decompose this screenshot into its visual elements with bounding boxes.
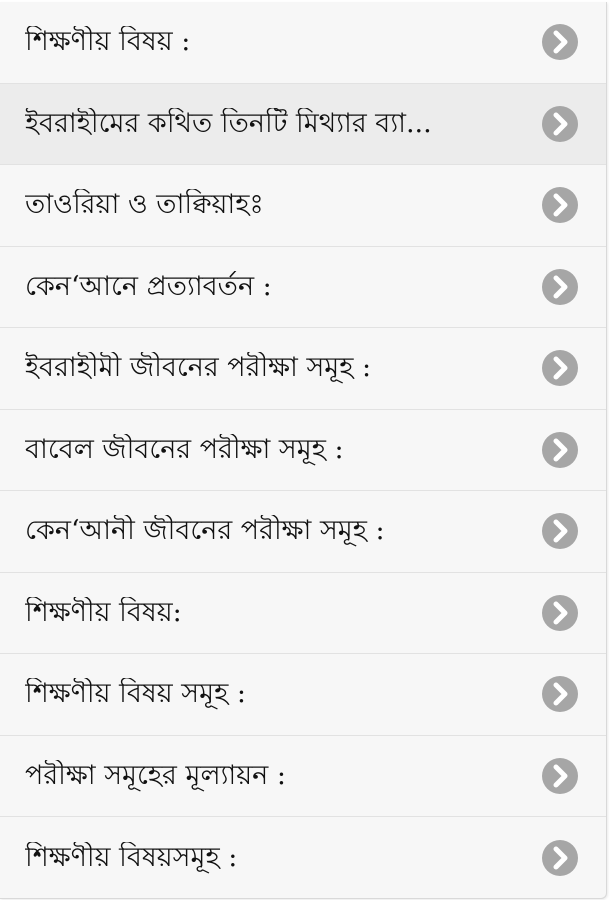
list-item-label: কেন‘আনে প্রত্যাবর্তন : xyxy=(25,270,272,302)
list-item-label: শিক্ষণীয় বিষয়সমূহ : xyxy=(25,841,238,873)
list-item[interactable]: কেন‘আনে প্রত্যাবর্তন : xyxy=(0,247,606,328)
chevron-right-circle-icon xyxy=(540,593,580,633)
chevron-right-circle-icon xyxy=(540,104,580,144)
list-item-label: কেন‘আনী জীবনের পরীক্ষা সমূহ : xyxy=(25,515,385,547)
list-item-label: ইবরাহীমের কথিত তিনটি মিথ্যার ব্যা... xyxy=(25,107,432,139)
list-item[interactable]: শিক্ষণীয় বিষয়সমূহ : xyxy=(0,817,606,898)
chevron-right-circle-icon xyxy=(540,185,580,225)
chevron-right-circle-icon xyxy=(540,511,580,551)
list-item-label: শিক্ষণীয় বিষয় : xyxy=(25,26,191,58)
chevron-right-circle-icon xyxy=(540,22,580,62)
list-item-label: তাওরিয়া ও তাক্বিয়াহঃ xyxy=(25,189,264,221)
list-item-label: শিক্ষণীয় বিষয়: xyxy=(25,596,182,628)
chevron-right-circle-icon xyxy=(540,674,580,714)
chevron-right-circle-icon xyxy=(540,756,580,796)
list-item-label: বাবেল জীবনের পরীক্ষা সমূহ : xyxy=(25,433,344,465)
list-item[interactable]: ইবরাহীমের কথিত তিনটি মিথ্যার ব্যা... xyxy=(0,83,606,165)
list-item[interactable]: শিক্ষণীয় বিষয়: xyxy=(0,573,606,654)
list-item[interactable]: কেন‘আনী জীবনের পরীক্ষা সমূহ : xyxy=(0,491,606,573)
list-item[interactable]: শিক্ষণীয় বিষয় সমূহ : xyxy=(0,654,606,736)
chevron-right-circle-icon xyxy=(540,430,580,470)
list-item[interactable]: তাওরিয়া ও তাক্বিয়াহঃ xyxy=(0,165,606,247)
chevron-right-circle-icon xyxy=(540,838,580,878)
chevron-right-circle-icon xyxy=(540,267,580,307)
chapter-list: শিক্ষণীয় বিষয় : ইবরাহীমের কথিত তিনটি ম… xyxy=(0,2,607,899)
screen: শিক্ষণীয় বিষয় : ইবরাহীমের কথিত তিনটি ম… xyxy=(0,0,612,900)
list-item[interactable]: পরীক্ষা সমূহের মূল্যায়ন : xyxy=(0,736,606,817)
list-item-label: শিক্ষণীয় বিষয় সমূহ : xyxy=(25,678,246,710)
chevron-right-circle-icon xyxy=(540,348,580,388)
list-item[interactable]: ইবরাহীমী জীবনের পরীক্ষা সমূহ : xyxy=(0,328,606,410)
list-item[interactable]: শিক্ষণীয় বিষয় : xyxy=(0,2,606,84)
list-item[interactable]: বাবেল জীবনের পরীক্ষা সমূহ : xyxy=(0,410,606,491)
list-item-label: পরীক্ষা সমূহের মূল্যায়ন : xyxy=(25,759,286,791)
list-item-label: ইবরাহীমী জীবনের পরীক্ষা সমূহ : xyxy=(25,352,372,384)
